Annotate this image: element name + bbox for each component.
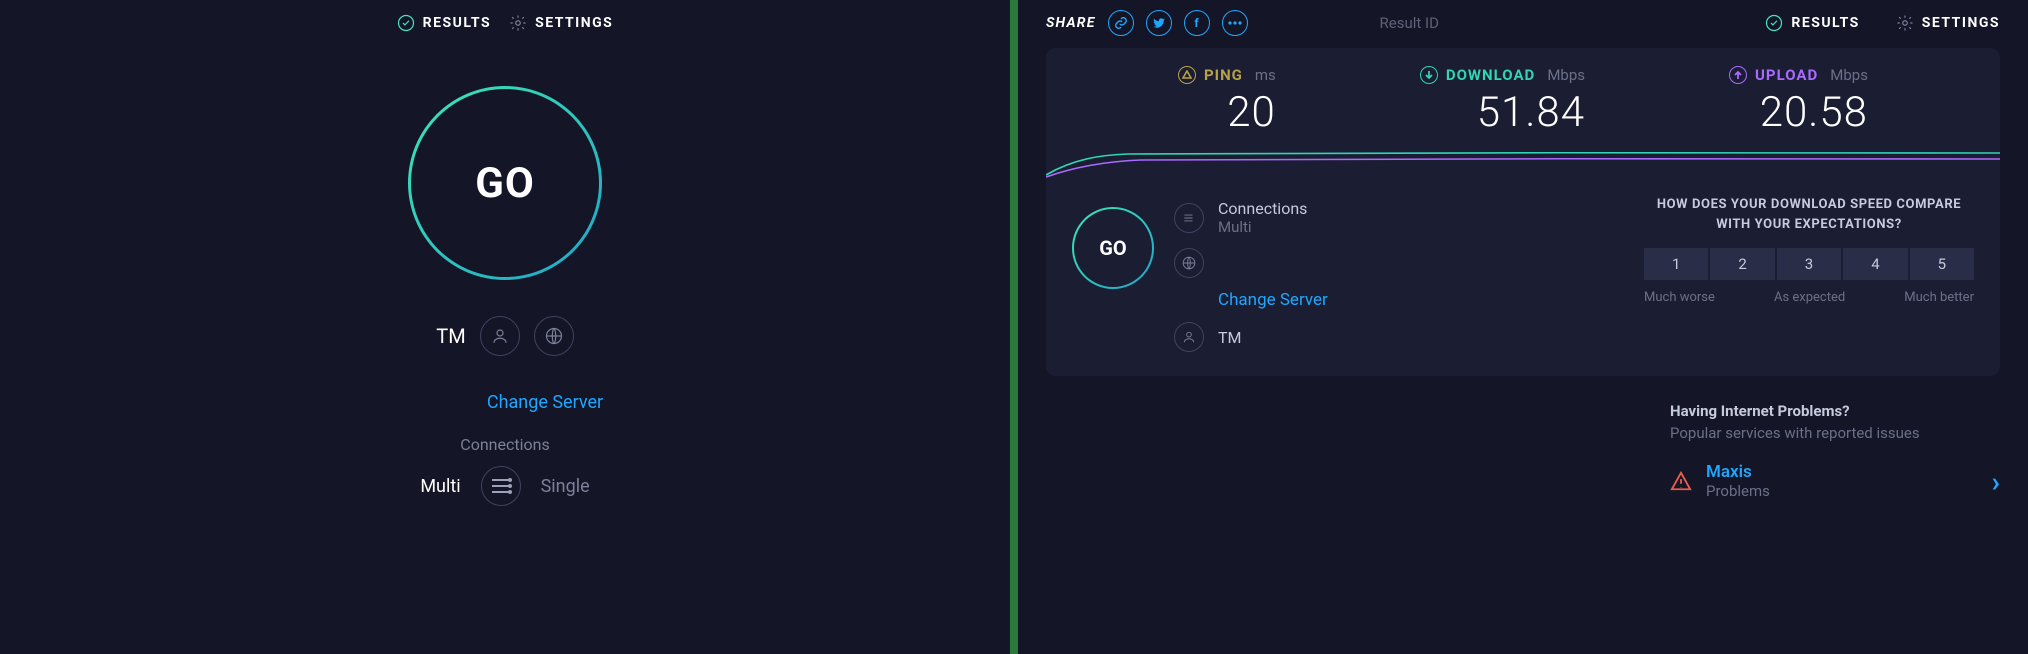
download-metric: DOWNLOAD Mbps 51.84 [1420, 66, 1585, 137]
isp-label: TM [436, 324, 465, 348]
results-panel: PING ms 20 DOWNLOAD Mbps 51.84 [1046, 48, 2000, 376]
results-link-2[interactable]: RESULTS [1765, 14, 1859, 32]
check-circle-icon [397, 14, 415, 32]
result-id-label: Result ID [1380, 14, 1439, 32]
rating-2[interactable]: 2 [1710, 248, 1774, 280]
connections-label-2: Connections [1218, 199, 1307, 218]
upload-icon [1729, 66, 1747, 84]
screen-speedtest-results: SHARE f Result ID RESULTS SETTINGS [1018, 0, 2028, 654]
upload-label: UPLOAD [1755, 66, 1818, 84]
problems-title: Having Internet Problems? [1670, 402, 2000, 420]
results-label-2: RESULTS [1791, 15, 1859, 31]
download-label: DOWNLOAD [1446, 66, 1535, 84]
rating-mid: As expected [1774, 290, 1845, 305]
toggle-single[interactable]: Single [541, 476, 590, 497]
download-icon [1420, 66, 1438, 84]
screens-divider [1010, 0, 1018, 654]
speed-chart [1046, 149, 2000, 179]
rating-block: HOW DOES YOUR DOWNLOAD SPEED COMPARE WIT… [1644, 195, 1974, 352]
connections-icon [481, 466, 521, 506]
connections-toggle[interactable]: Multi Single [420, 466, 589, 506]
check-circle-icon [1765, 14, 1783, 32]
isp-user-icon [1174, 322, 1204, 352]
change-server-link[interactable]: Change Server [487, 392, 603, 413]
connections-icon-small [1174, 203, 1204, 233]
isp-label-2: TM [1218, 328, 1242, 347]
rating-question: HOW DOES YOUR DOWNLOAD SPEED COMPARE WIT… [1644, 195, 1974, 234]
globe-icon [545, 327, 563, 345]
upload-value: 20.58 [1760, 88, 1868, 137]
rating-5[interactable]: 5 [1910, 248, 1974, 280]
settings-label-2: SETTINGS [1922, 15, 2000, 31]
user-icon-button[interactable] [480, 316, 520, 356]
ping-icon [1178, 66, 1196, 84]
rating-left: Much worse [1644, 290, 1715, 305]
problem-item[interactable]: Maxis Problems › [1670, 462, 2000, 500]
screen-speedtest-start: RESULTS SETTINGS GO TM Change Server Con… [0, 0, 1010, 654]
download-unit: Mbps [1547, 66, 1585, 84]
rating-1[interactable]: 1 [1644, 248, 1708, 280]
settings-label: SETTINGS [535, 15, 613, 31]
rating-right: Much better [1904, 290, 1974, 305]
server-globe-icon [1174, 248, 1204, 278]
download-value: 51.84 [1477, 88, 1585, 137]
chevron-right-icon: › [1992, 465, 2000, 498]
rating-4[interactable]: 4 [1843, 248, 1907, 280]
upload-unit: Mbps [1830, 66, 1868, 84]
go-button[interactable]: GO [408, 86, 602, 280]
share-row: SHARE f Result ID RESULTS SETTINGS [1018, 0, 2028, 36]
connections-value-2: Multi [1218, 218, 1307, 236]
problem-status: Problems [1706, 482, 1770, 500]
results-label: RESULTS [423, 15, 491, 31]
change-server-link-2[interactable]: Change Server [1218, 290, 1328, 310]
problems-block: Having Internet Problems? Popular servic… [1046, 402, 2000, 500]
globe-icon-button[interactable] [534, 316, 574, 356]
ping-label: PING [1204, 66, 1243, 84]
toggle-multi[interactable]: Multi [420, 476, 460, 497]
multi-lines-icon [492, 479, 510, 493]
ping-unit: ms [1255, 66, 1276, 84]
results-link[interactable]: RESULTS [397, 14, 491, 32]
go-again-button[interactable]: GO [1072, 207, 1154, 289]
share-twitter-icon[interactable] [1146, 10, 1172, 36]
warning-icon [1670, 470, 1692, 492]
share-link-icon[interactable] [1108, 10, 1134, 36]
ping-metric: PING ms 20 [1178, 66, 1276, 137]
user-icon [491, 327, 509, 345]
problem-name: Maxis [1706, 462, 1770, 482]
upload-metric: UPLOAD Mbps 20.58 [1729, 66, 1868, 137]
share-more-icon[interactable] [1222, 10, 1248, 36]
rating-3[interactable]: 3 [1777, 248, 1841, 280]
connections-label: Connections [460, 435, 549, 454]
settings-link-2[interactable]: SETTINGS [1896, 14, 2000, 32]
gear-icon [1896, 14, 1914, 32]
share-label: SHARE [1046, 15, 1096, 31]
gear-icon [509, 14, 527, 32]
problems-subtitle: Popular services with reported issues [1670, 424, 2000, 442]
top-nav: RESULTS SETTINGS [0, 0, 1010, 46]
ping-value: 20 [1227, 88, 1276, 137]
settings-link[interactable]: SETTINGS [509, 14, 613, 32]
share-facebook-icon[interactable]: f [1184, 10, 1210, 36]
